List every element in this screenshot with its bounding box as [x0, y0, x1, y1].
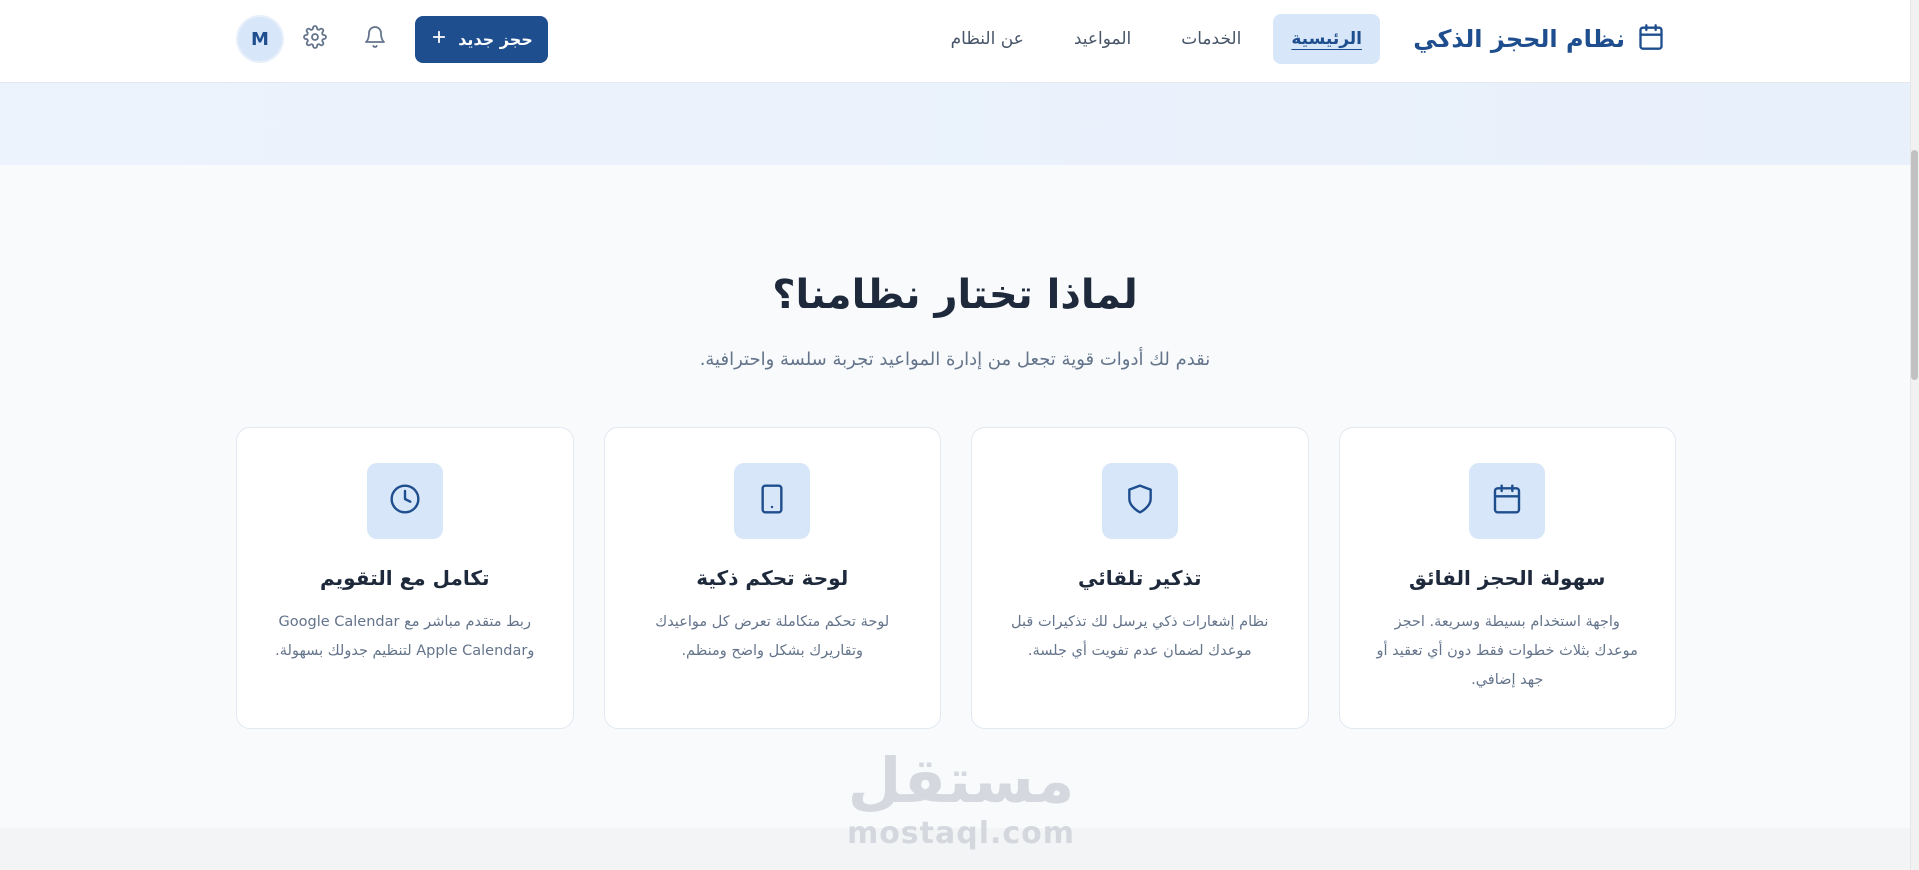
main-nav: الرئيسية الخدمات المواعيد عن النظام — [933, 14, 1380, 64]
plus-icon — [430, 28, 448, 50]
feature-description: ربط متقدم مباشر مع Google Calendar وAppl… — [275, 614, 535, 659]
section-title: لماذا تختار نظامنا؟ — [772, 272, 1138, 318]
feature-card-reminder: تذكير تلقائي نظام إشعارات ذكي يرسل لك تذ… — [971, 427, 1309, 729]
nav-appointments[interactable]: المواعيد — [1056, 14, 1149, 64]
feature-title: تذكير تلقائي — [1077, 566, 1202, 590]
feature-icon-box — [366, 463, 443, 539]
feature-title: لوحة تحكم ذكية — [696, 566, 849, 590]
feature-card-dashboard: لوحة تحكم ذكية لوحة تحكم متكاملة تعرض كل… — [603, 427, 941, 729]
feature-icon-box — [1469, 463, 1546, 539]
calendar-icon — [1637, 22, 1665, 56]
feature-description: نظام إشعارات ذكي يرسل لك تذكيرات قبل موع… — [1011, 614, 1269, 659]
bell-icon — [363, 25, 387, 53]
top-navbar: نظام الحجز الذكي الرئيسية الخدمات المواع… — [0, 0, 1910, 83]
new-booking-button[interactable]: حجز جديد — [415, 15, 548, 63]
tablet-icon — [756, 483, 788, 519]
feature-title: تكامل مع التقويم — [319, 566, 490, 590]
clock-icon — [389, 483, 421, 519]
feature-description: لوحة تحكم متكاملة تعرض كل مواعيدك وتقاري… — [655, 614, 890, 659]
feature-card-easy-booking: سهولة الحجز الفائق واجهة استخدام بسيطة و… — [1338, 427, 1676, 729]
avatar[interactable]: M — [236, 15, 284, 63]
calendar-icon — [1491, 483, 1523, 519]
feature-description: واجهة استخدام بسيطة وسريعة. احجز موعدك ب… — [1376, 614, 1638, 688]
notifications-button[interactable] — [355, 19, 395, 59]
shield-icon — [1124, 483, 1156, 519]
brand[interactable]: نظام الحجز الذكي — [1413, 22, 1665, 56]
scrollbar-thumb[interactable] — [1911, 150, 1918, 380]
brand-title: نظام الحجز الذكي — [1413, 25, 1625, 53]
feature-cards: سهولة الحجز الفائق واجهة استخدام بسيطة و… — [236, 427, 1676, 729]
feature-icon-box — [734, 463, 811, 539]
scrollbar[interactable] — [1910, 0, 1919, 870]
gear-icon — [303, 25, 327, 53]
section-subtitle: نقدم لك أدوات قوية تجعل من إدارة المواعي… — [699, 349, 1211, 370]
hero-band — [0, 83, 1910, 165]
settings-button[interactable] — [295, 19, 335, 59]
watermark: مستقل mostaql.com — [841, 745, 1081, 851]
watermark-latin: mostaql.com — [846, 816, 1076, 851]
feature-icon-box — [1101, 463, 1178, 539]
nav-services[interactable]: الخدمات — [1163, 14, 1259, 64]
new-booking-label: حجز جديد — [458, 29, 533, 49]
nav-home[interactable]: الرئيسية — [1273, 14, 1380, 64]
watermark-arabic: مستقل — [847, 744, 1075, 817]
header-actions: M حجز جديد — [236, 15, 548, 63]
nav-about[interactable]: عن النظام — [933, 14, 1042, 64]
feature-card-calendar-sync: تكامل مع التقويم ربط متقدم مباشر مع Goog… — [236, 427, 574, 729]
feature-title: سهولة الحجز الفائق — [1409, 566, 1606, 590]
